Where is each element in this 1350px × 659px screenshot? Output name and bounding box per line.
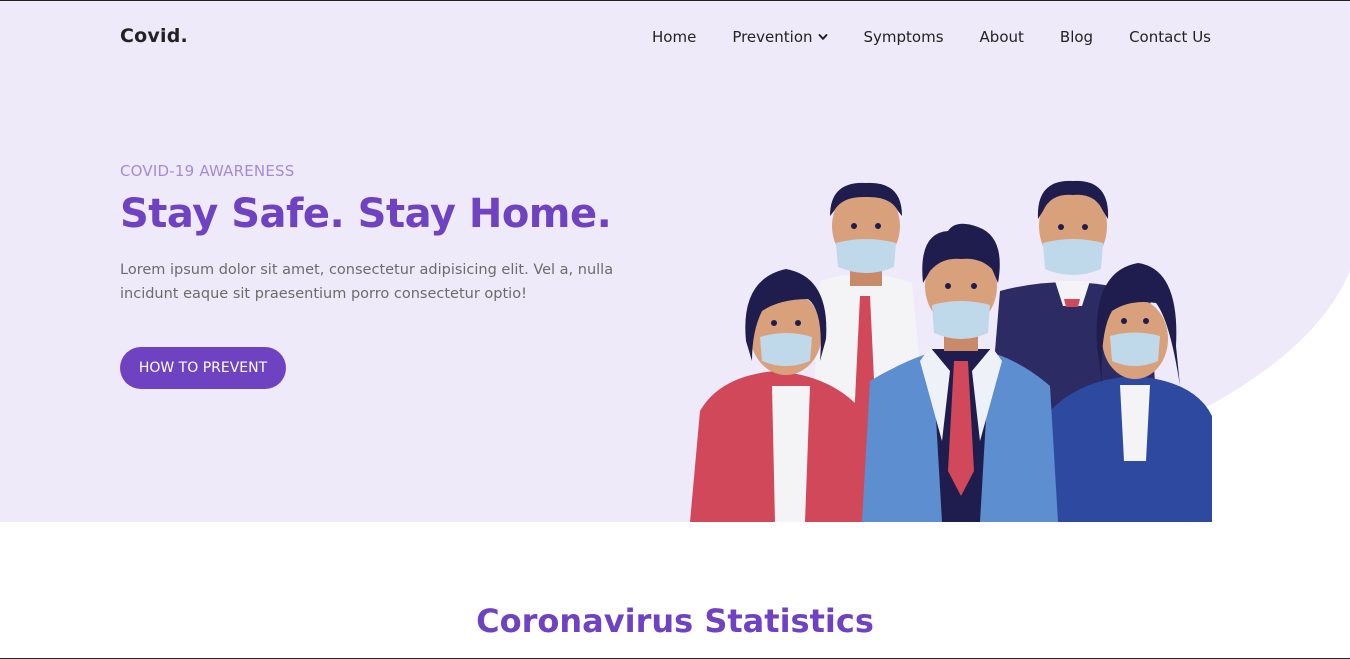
nav-menu: Home Prevention Symptoms About Blog Cont… (616, 27, 1211, 46)
nav-item-label: Prevention (732, 28, 813, 46)
nav-item-about[interactable]: About (980, 28, 1024, 46)
nav-item-label: Home (652, 28, 697, 46)
brand-logo[interactable]: Covid. (120, 25, 188, 47)
person-front-center (862, 223, 1058, 522)
hero-headline: Stay Safe. Stay Home. (120, 191, 612, 237)
nav-item-prevention[interactable]: Prevention (732, 28, 828, 46)
people-wearing-masks-illustration (690, 180, 1212, 522)
statistics-section-title: Coronavirus Statistics (476, 602, 874, 640)
nav-item-symptoms[interactable]: Symptoms (864, 28, 944, 46)
nav-item-blog[interactable]: Blog (1060, 28, 1093, 46)
nav-item-home[interactable]: Home (652, 28, 696, 46)
chevron-down-icon (818, 34, 828, 40)
navbar: Covid. Home Prevention Symptoms About Bl… (0, 1, 1350, 73)
nav-item-label: Symptoms (863, 28, 944, 46)
nav-item-label: About (979, 28, 1024, 46)
hero-lead-text: Lorem ipsum dolor sit amet, consectetur … (120, 262, 614, 302)
hero-eyebrow: COVID-19 AWARENESS (120, 162, 295, 180)
nav-item-label: Blog (1059, 28, 1094, 46)
nav-item-contact[interactable]: Contact Us (1129, 28, 1211, 46)
how-to-prevent-button[interactable]: HOW TO PREVENT (120, 347, 286, 389)
nav-item-label: Contact Us (1129, 28, 1211, 46)
hero-section: Covid. Home Prevention Symptoms About Bl… (0, 1, 1350, 522)
